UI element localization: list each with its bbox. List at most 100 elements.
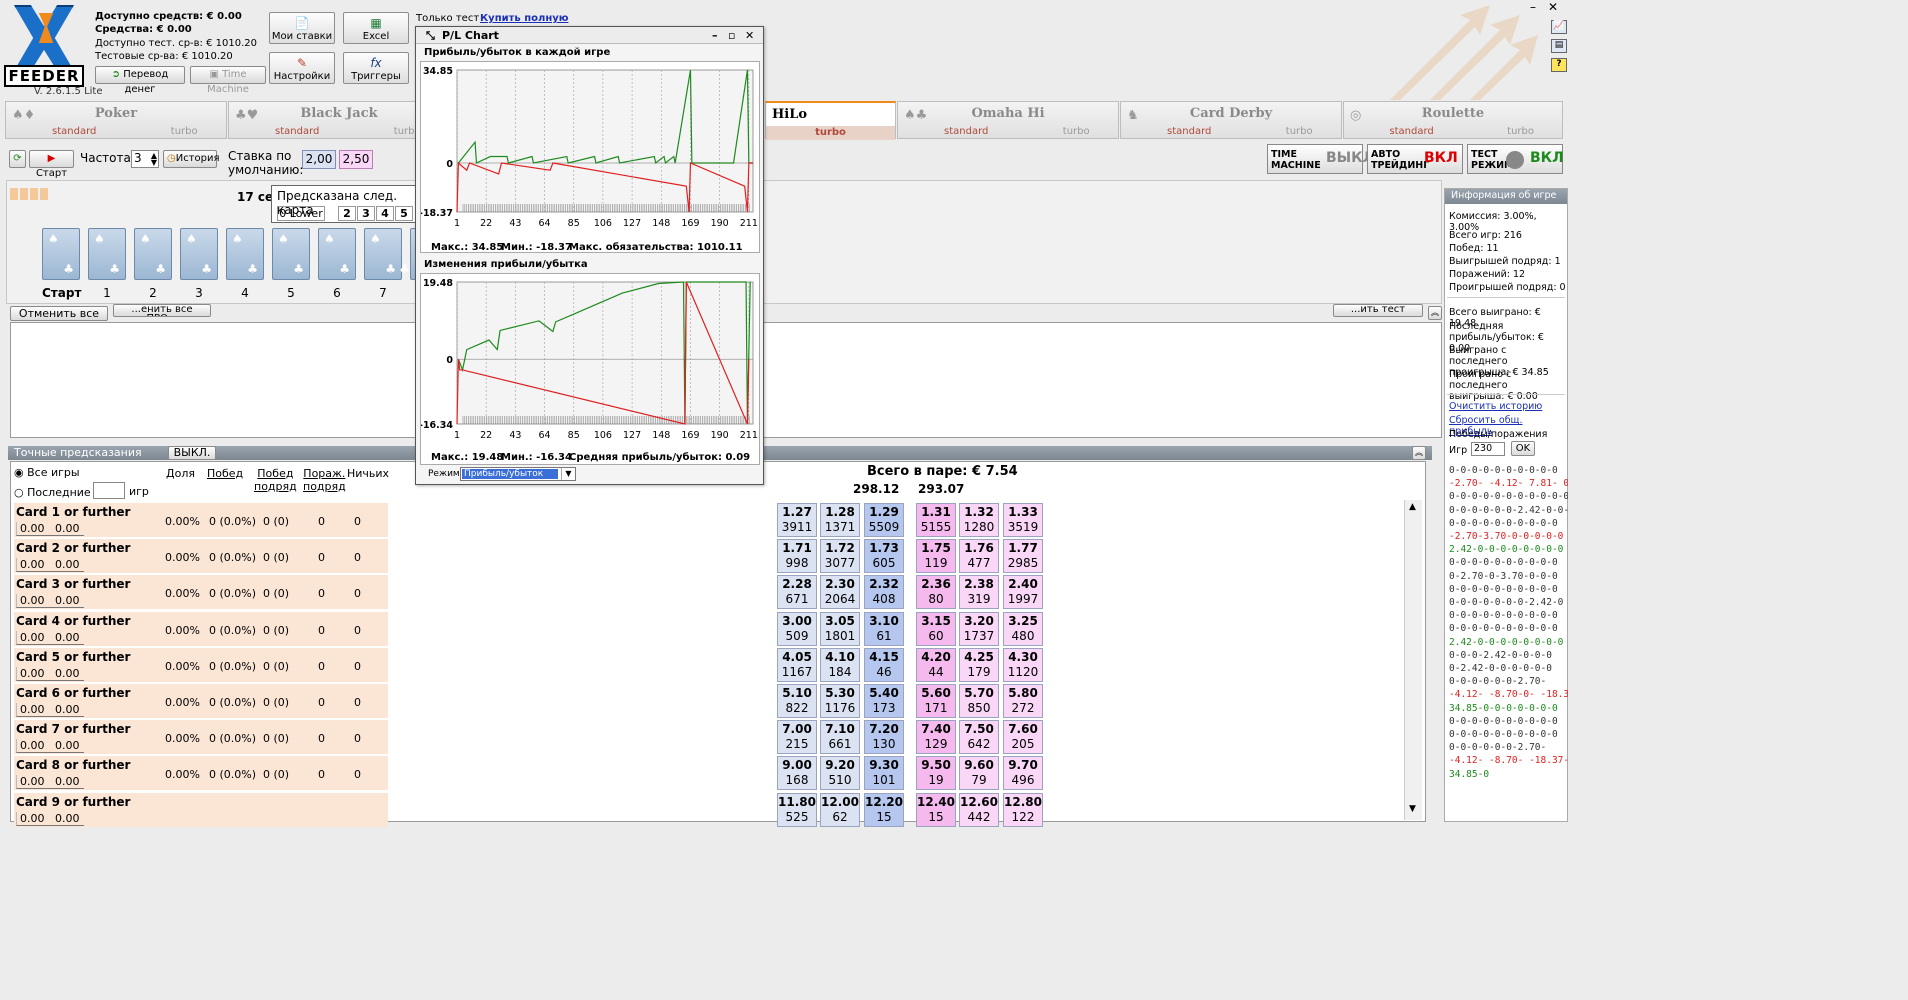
back-odds-cell[interactable]: 7.10 661 — [820, 720, 860, 755]
lay-odds-cell[interactable]: 4.30 1120 — [1003, 647, 1043, 682]
tab-roulette[interactable]: ◎ Roulette standard turbo — [1343, 101, 1563, 139]
time-machine-toggle[interactable]: TIME MACHINE ВЫКЛ — [1267, 144, 1374, 174]
buy-full-link[interactable]: Купить полную — [480, 13, 568, 24]
back-odds-cell[interactable]: 2.30 2064 — [820, 575, 860, 610]
frequency-stepper[interactable]: 3 ▲ ▼ — [131, 150, 159, 168]
back-odds-cell[interactable]: 1.72 3077 — [820, 539, 860, 574]
row-value-input[interactable]: 0.00 0.00 — [16, 522, 84, 536]
back-odds-cell[interactable]: 1.28 1371 — [820, 503, 860, 537]
auto-trading-toggle[interactable]: АВТО ТРЕЙДИНГ ВКЛ — [1367, 144, 1463, 174]
stepper-arrows-icon[interactable]: ▲ ▼ — [151, 152, 157, 167]
lay-odds-cell[interactable]: 9.70 496 — [1003, 756, 1043, 791]
back-odds-cell[interactable]: 3.00 509 — [777, 611, 817, 646]
lay-odds-cell[interactable]: 7.60 205 — [1003, 720, 1043, 755]
test-button[interactable]: ...ить тест — [1333, 304, 1423, 317]
back-odds-cell[interactable]: 12.00 62 — [820, 792, 860, 827]
prediction-row[interactable]: Card 7 or further 0.00 0.00 0.00% 0 (0.0%) 0… — [14, 720, 388, 755]
window-close-icon[interactable]: ✕ — [745, 27, 754, 44]
games-count-input[interactable]: 230 — [1471, 442, 1505, 456]
tab-blackjack-standard[interactable]: standard — [229, 125, 365, 139]
last-games-radio[interactable]: ○ Последние — [14, 486, 91, 499]
cancel-all-against-button[interactable]: ...енить все ПРО... — [113, 304, 211, 317]
row-value-input[interactable]: 0.00 0.00 — [16, 775, 84, 790]
lay-odds-cell[interactable]: 12.40 15 — [916, 792, 956, 827]
back-odds-cell[interactable]: 2.28 671 — [777, 575, 817, 610]
back-odds-cell[interactable]: 9.20 510 — [820, 756, 860, 791]
mode-select[interactable]: Прибыль/убыток ▼ — [460, 467, 576, 481]
lay-odds-cell[interactable]: 5.60 171 — [916, 684, 956, 718]
minimize-button[interactable]: – — [1530, 0, 1536, 14]
lay-odds-cell[interactable]: 5.70 850 — [959, 684, 999, 718]
tab-poker[interactable]: ♠♦ Poker standard turbo — [5, 101, 227, 139]
row-value-input[interactable]: 0.00 0.00 — [16, 739, 84, 754]
lay-odds-cell[interactable]: 1.75 119 — [916, 539, 956, 574]
clear-history-link[interactable]: Очистить историю — [1449, 401, 1542, 412]
col-wins[interactable]: Побед — [207, 467, 243, 480]
time-machine-button[interactable]: ▣ Time Machine — [190, 66, 266, 95]
back-odds-cell[interactable]: 1.71 998 — [777, 539, 817, 574]
tab-omaha-turbo[interactable]: turbo — [1034, 125, 1118, 139]
back-odds-cell[interactable]: 7.20 130 — [864, 720, 904, 755]
all-games-radio[interactable]: ◉ Все игры — [14, 466, 80, 479]
excel-button[interactable]: ▦ Excel — [343, 12, 409, 44]
lay-odds-cell[interactable]: 1.76 477 — [959, 539, 999, 574]
lay-odds-cell[interactable]: 3.25 480 — [1003, 611, 1043, 646]
back-odds-cell[interactable]: 1.73 605 — [864, 539, 904, 574]
tab-omaha-standard[interactable]: standard — [898, 125, 1034, 139]
tab-card-derby[interactable]: ♞ Card Derby standard turbo — [1120, 101, 1342, 139]
help-icon[interactable]: ? — [1551, 58, 1567, 72]
lay-odds-cell[interactable]: 1.33 3519 — [1003, 503, 1043, 537]
row-value-input[interactable]: 0.00 0.00 — [16, 558, 84, 573]
tab-poker-turbo[interactable]: turbo — [142, 125, 226, 139]
lay-odds-cell[interactable]: 9.50 19 — [916, 756, 956, 791]
tab-omaha[interactable]: ♠♣ Omaha Hi standard turbo — [897, 101, 1119, 139]
pin-icon[interactable]: ⤡ — [426, 27, 435, 44]
triggers-button[interactable]: fx Триггеры — [343, 52, 409, 84]
transfer-money-button[interactable]: ➲ Перевод денег — [95, 66, 185, 95]
predictions-toggle-button[interactable]: ВЫКЛ. — [168, 446, 216, 460]
tab-card-derby-turbo[interactable]: turbo — [1257, 125, 1341, 139]
back-odds-cell[interactable]: 5.10 822 — [777, 684, 817, 718]
prediction-row[interactable]: Card 2 or further 0.00 0.00 0.00% 0 (0.0%) 0… — [14, 539, 388, 574]
back-odds-cell[interactable]: 3.10 61 — [864, 611, 904, 646]
lay-odds-cell[interactable]: 5.80 272 — [1003, 684, 1043, 718]
scroll-up-icon[interactable]: ▲ — [1409, 502, 1416, 512]
settings-button[interactable]: ✎ Настройки — [269, 52, 335, 84]
tab-hilo-turbo[interactable]: turbo — [766, 126, 895, 140]
predictions-collapse-button[interactable]: ︽ — [1412, 446, 1426, 460]
tab-card-derby-standard[interactable]: standard — [1121, 125, 1257, 139]
start-button[interactable]: ▶ Старт — [29, 150, 74, 179]
my-bets-button[interactable]: 📄 Мои ставки — [269, 12, 335, 44]
lay-odds-cell[interactable]: 2.38 319 — [959, 575, 999, 610]
predictions-scrollbar[interactable]: ▲ ▼ — [1404, 500, 1422, 820]
row-value-input[interactable]: 0.00 0.00 — [16, 811, 84, 826]
back-odds-cell[interactable]: 4.15 46 — [864, 647, 904, 682]
back-odds-cell[interactable]: 2.32 408 — [864, 575, 904, 610]
row-value-input[interactable]: 0.00 0.00 — [16, 703, 84, 717]
lay-odds-cell[interactable]: 12.80 122 — [1003, 792, 1043, 827]
lay-odds-cell[interactable]: 9.60 79 — [959, 756, 999, 791]
window-maximize-icon[interactable]: ▫ — [728, 27, 735, 44]
back-odds-cell[interactable]: 12.20 15 — [864, 792, 904, 827]
lay-odds-cell[interactable]: 2.40 1997 — [1003, 575, 1043, 610]
prediction-row[interactable]: Card 1 or further 0.00 0.00 0.00% 0 (0.0%) 0… — [14, 503, 388, 537]
tab-roulette-turbo[interactable]: turbo — [1479, 125, 1562, 139]
row-value-input[interactable]: 0.00 0.00 — [16, 594, 84, 609]
tab-roulette-standard[interactable]: standard — [1344, 125, 1479, 139]
col-losses-streak[interactable]: Пораж. подряд — [303, 467, 346, 493]
back-odds-cell[interactable]: 4.05 1167 — [777, 647, 817, 682]
lay-odds-cell[interactable]: 7.40 129 — [916, 720, 956, 755]
history-button[interactable]: ◷История — [163, 150, 220, 168]
lay-odds-cell[interactable]: 1.77 2985 — [1003, 539, 1043, 574]
chevron-down-icon[interactable]: ▼ — [561, 468, 575, 480]
prediction-row[interactable]: Card 9 or further 0.00 0.00 — [14, 792, 388, 827]
cancel-all-for-button[interactable]: Отменить все ЗА — [10, 306, 108, 333]
row-value-input[interactable]: 0.00 0.00 — [16, 630, 84, 645]
back-odds-cell[interactable]: 7.00 215 — [777, 720, 817, 755]
refresh-button[interactable]: ⟳ — [9, 150, 26, 168]
back-odds-cell[interactable]: 1.27 3911 — [777, 503, 817, 537]
tab-hilo[interactable]: HiLo turbo — [765, 101, 896, 140]
prediction-row[interactable]: Card 6 or further 0.00 0.00 0.00% 0 (0.0%) 0… — [14, 684, 388, 718]
lay-odds-cell[interactable]: 3.20 1737 — [959, 611, 999, 646]
back-odds-cell[interactable]: 5.40 173 — [864, 684, 904, 718]
